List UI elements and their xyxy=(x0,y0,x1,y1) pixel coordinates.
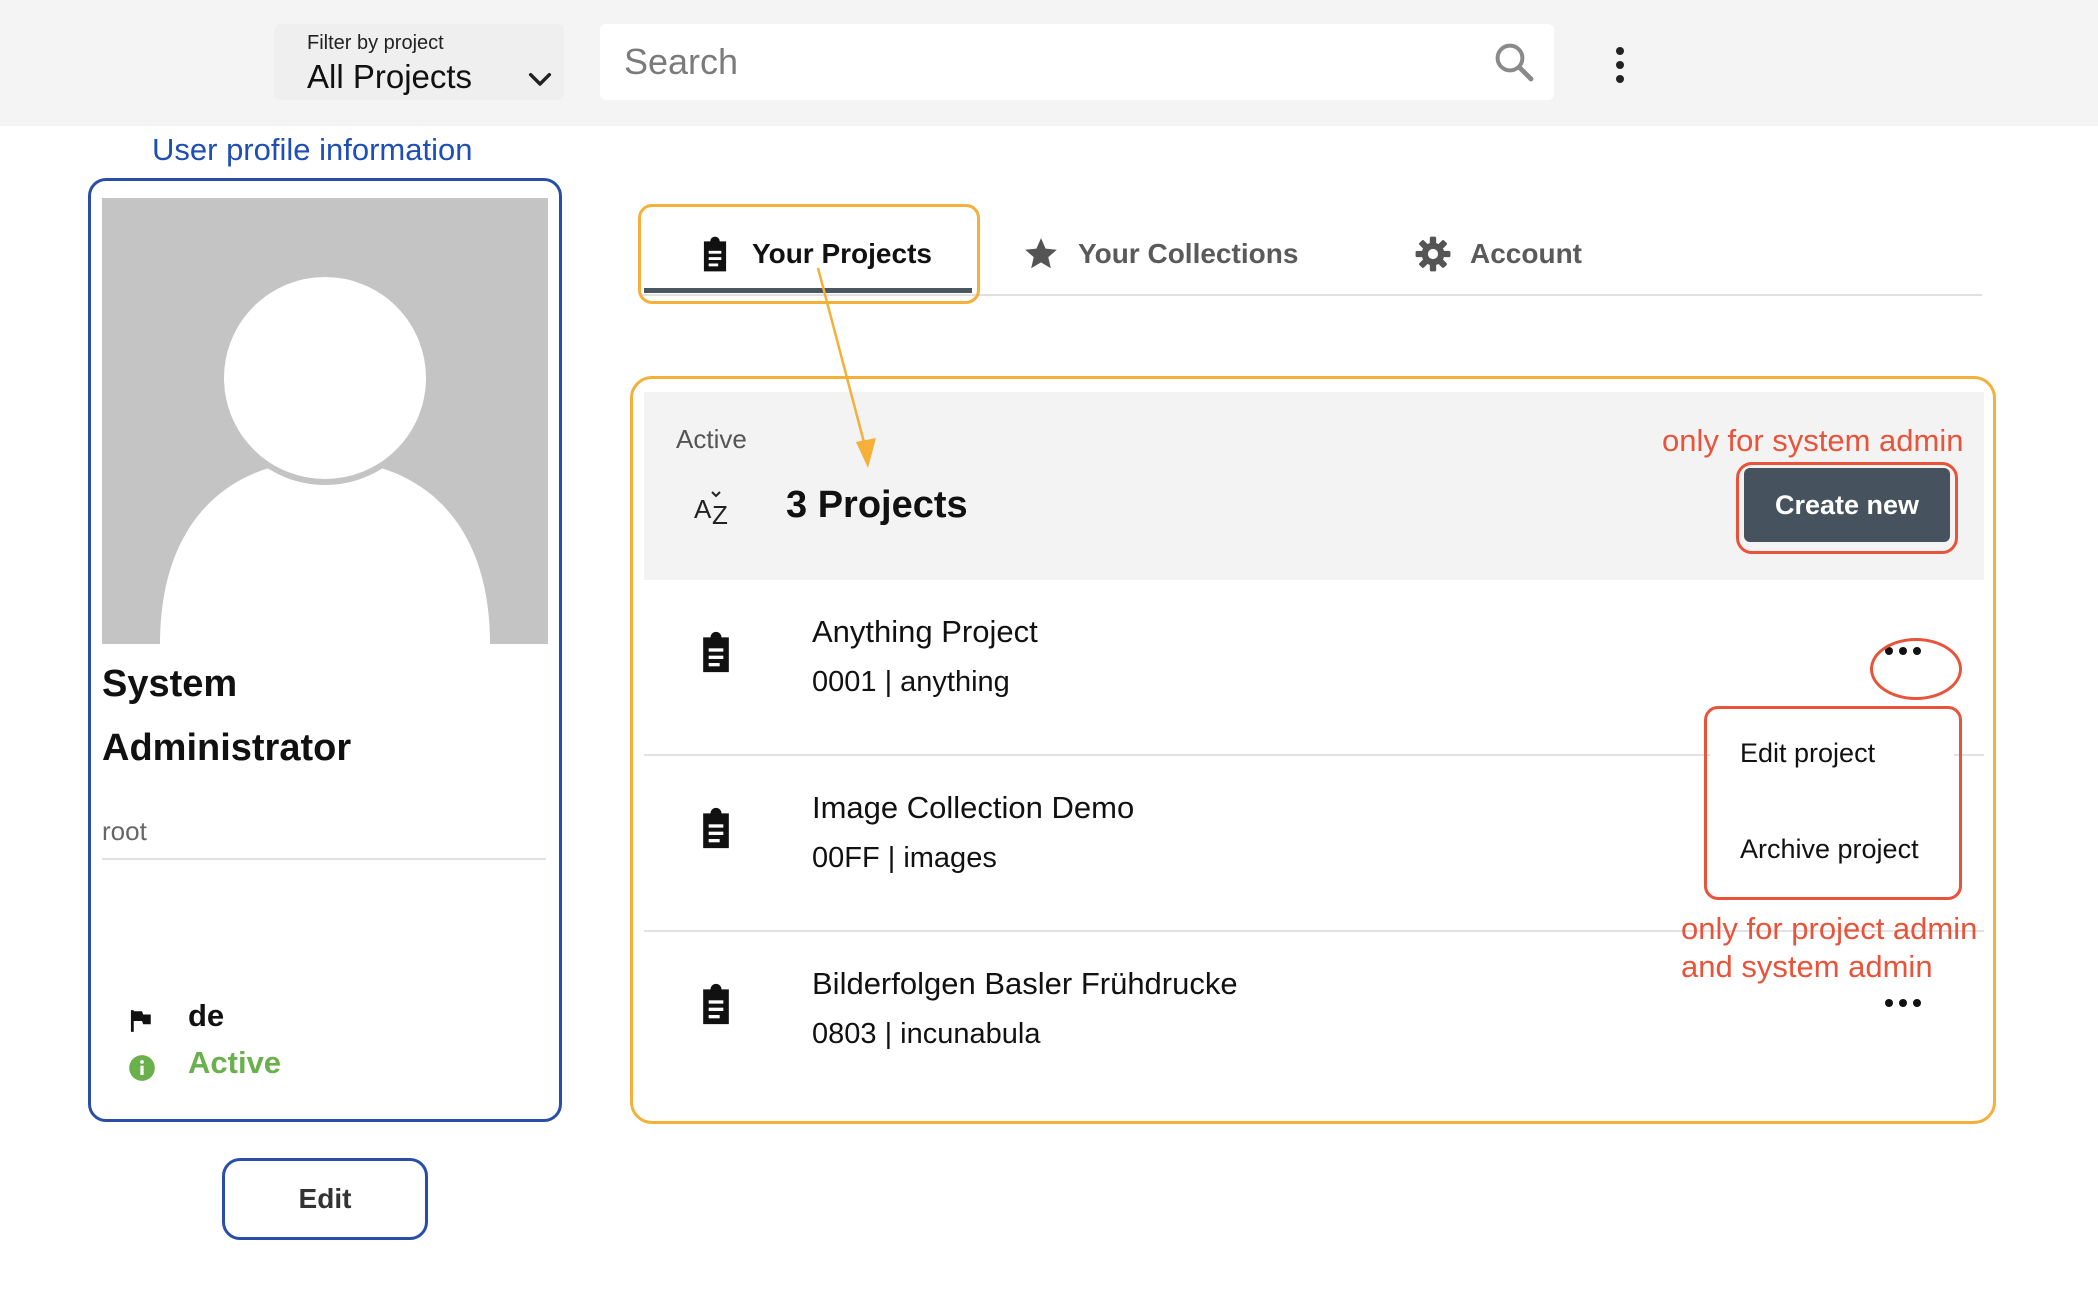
filter-value: All Projects xyxy=(307,58,473,95)
info-icon xyxy=(129,1055,155,1081)
profile-language: de xyxy=(188,998,225,1033)
tab-account[interactable]: Account xyxy=(1414,218,1582,290)
profile-username: root xyxy=(102,816,147,846)
avatar-placeholder-icon xyxy=(102,198,548,644)
menu-annotation-frame xyxy=(1704,706,1962,900)
filter-label: Filter by project xyxy=(307,32,444,54)
profile-name: System Administrator xyxy=(102,652,542,780)
search-bar[interactable] xyxy=(600,24,1554,100)
project-filter-select[interactable]: Filter by project All Projects xyxy=(274,24,564,100)
profile-name-line2: Administrator xyxy=(102,727,352,769)
divider xyxy=(102,858,546,860)
chevron-down-icon[interactable] xyxy=(524,64,556,96)
system-admin-annotation: only for system admin xyxy=(1662,423,1964,458)
search-input[interactable] xyxy=(622,36,1446,88)
create-annotation-frame xyxy=(1736,462,1958,554)
edit-profile-button[interactable]: Edit xyxy=(232,1166,418,1232)
search-icon[interactable] xyxy=(1490,38,1538,86)
gear-icon xyxy=(1415,236,1451,272)
profile-status: Active xyxy=(188,1045,282,1080)
tab-label: Your Collections xyxy=(1078,238,1299,269)
tab-your-collections[interactable]: Your Collections xyxy=(1022,218,1298,290)
avatar xyxy=(102,198,548,644)
tab-label: Account xyxy=(1470,238,1582,269)
kebab-annotation-frame xyxy=(1870,638,1962,700)
more-vert-icon[interactable] xyxy=(1600,40,1640,90)
annotation-arrow xyxy=(816,267,876,468)
project-admin-annotation-line2: and system admin xyxy=(1681,949,1933,984)
profile-name-line1: System xyxy=(102,663,238,705)
flag-icon xyxy=(130,1010,151,1032)
project-admin-annotation: only for project admin and system admin xyxy=(1681,910,1977,986)
top-bar: Filter by project All Projects xyxy=(0,0,2098,126)
project-admin-annotation-line1: only for project admin xyxy=(1681,911,1978,946)
star-icon xyxy=(1025,238,1057,269)
profile-annotation-label: User profile information xyxy=(152,132,473,167)
